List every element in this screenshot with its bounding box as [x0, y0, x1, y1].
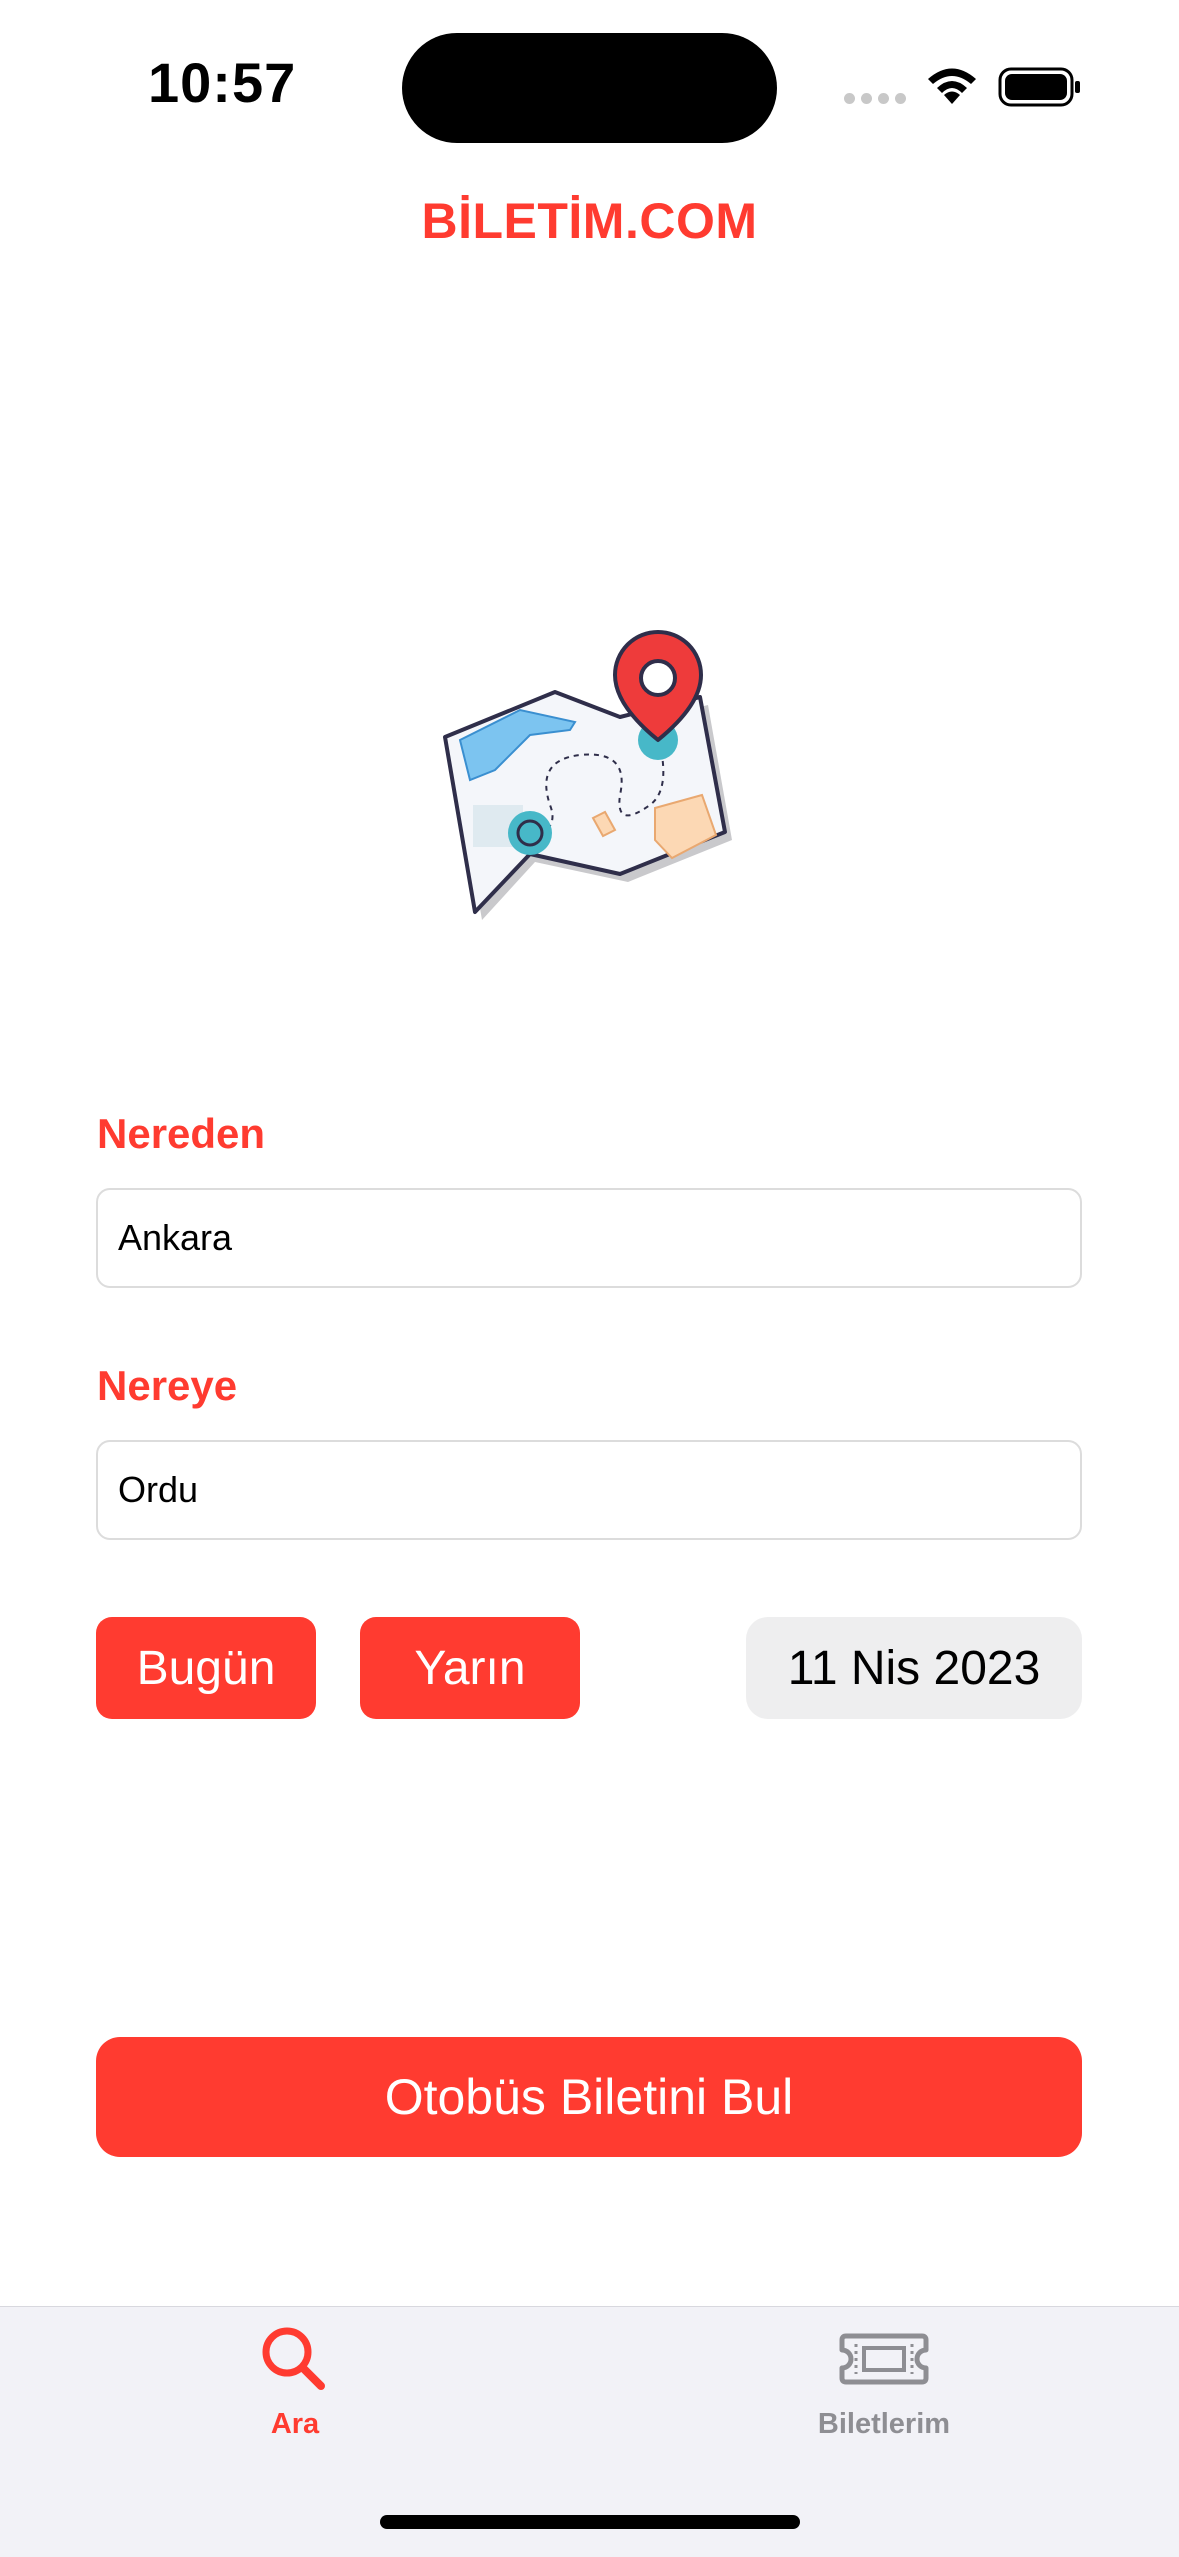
- to-label: Nereye: [97, 1362, 238, 1409]
- tab-search-label: Ara: [270, 2408, 320, 2440]
- from-label: Nereden: [97, 1110, 266, 1157]
- tab-tickets-label: Biletlerim: [817, 2408, 951, 2440]
- from-input[interactable]: [96, 1188, 1082, 1288]
- status-time: 10:57: [148, 51, 297, 114]
- tomorrow-button[interactable]: Yarın: [360, 1617, 580, 1719]
- tab-tickets[interactable]: Biletlerim: [734, 2320, 1034, 2460]
- dynamic-island: [402, 33, 777, 143]
- map-route-icon: [443, 630, 732, 920]
- cellular-signal-icon: [844, 93, 906, 105]
- app-title: BİLETİM.COM: [421, 193, 758, 249]
- ticket-icon: [839, 2333, 929, 2385]
- date-picker[interactable]: 11 Nis 2023: [746, 1617, 1082, 1719]
- wifi-icon: [928, 68, 976, 104]
- today-button[interactable]: Bugün: [96, 1617, 316, 1719]
- home-indicator: [380, 2515, 800, 2529]
- to-input[interactable]: [96, 1440, 1082, 1540]
- tab-search[interactable]: Ara: [145, 2320, 445, 2460]
- find-bus-ticket-button[interactable]: Otobüs Biletini Bul: [96, 2037, 1082, 2157]
- search-icon: [262, 2327, 325, 2390]
- battery-icon: [998, 67, 1080, 107]
